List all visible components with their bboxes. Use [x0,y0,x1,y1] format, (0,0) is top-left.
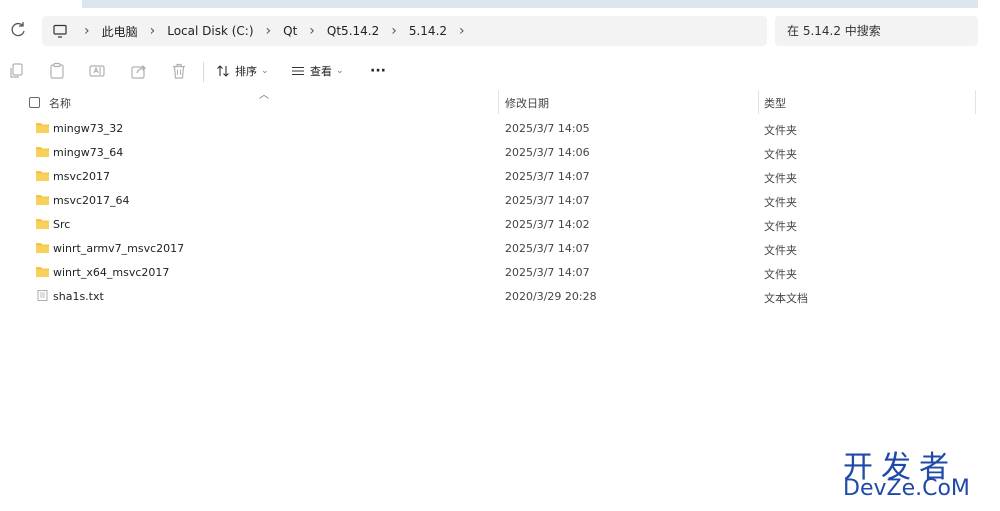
file-date: 2025/3/7 14:02 [505,218,590,231]
column-divider[interactable] [975,90,976,114]
chevron-down-icon: ⌄ [336,66,344,76]
chevron-right-icon[interactable]: › [309,23,315,39]
folder-icon [36,219,49,229]
address-bar[interactable]: › 此电脑 › Local Disk (C:) › Qt › Qt5.14.2 … [42,16,767,46]
view-list-icon [292,66,304,76]
column-type-header[interactable]: 类型 [764,95,786,111]
file-row[interactable]: winrt_armv7_msvc2017 2025/3/7 14:07 文件夹 [0,237,1000,261]
file-date: 2025/3/7 14:07 [505,266,590,279]
folder-icon [36,267,49,277]
file-date: 2025/3/7 14:07 [505,242,590,255]
chevron-right-icon[interactable]: › [459,23,465,39]
file-date: 2020/3/29 20:28 [505,290,597,303]
file-type: 文件夹 [764,220,797,233]
share-icon[interactable] [130,62,148,80]
column-divider[interactable] [758,90,759,114]
watermark-en-text: DevZe.CoM [843,476,970,501]
file-type: 文件夹 [764,196,797,209]
delete-icon[interactable] [170,62,188,80]
folder-icon [36,243,49,253]
breadcrumb-local-disk[interactable]: Local Disk (C:) [167,24,253,38]
chevron-down-icon: ⌄ [261,66,269,76]
select-all-checkbox[interactable] [29,97,40,108]
chevron-right-icon[interactable]: › [84,23,90,39]
file-name: winrt_x64_msvc2017 [53,266,170,279]
breadcrumb-this-pc[interactable]: 此电脑 [102,23,138,40]
refresh-icon[interactable] [8,20,28,40]
column-date-header[interactable]: 修改日期 [505,95,549,111]
file-date: 2025/3/7 14:05 [505,122,590,135]
file-name: Src [53,218,71,231]
chevron-right-icon[interactable]: › [150,23,156,39]
sort-ascending-icon: ︿ [259,90,269,101]
computer-icon [53,24,67,38]
sort-label: 排序 [235,65,257,78]
file-date: 2025/3/7 14:07 [505,194,590,207]
sort-button[interactable]: 排序 ⌄ [216,60,269,82]
file-date: 2025/3/7 14:07 [505,170,590,183]
file-name: msvc2017_64 [53,194,130,207]
breadcrumb-qt5142[interactable]: Qt5.14.2 [327,24,379,38]
search-input[interactable] [775,16,967,46]
search-box[interactable] [775,16,978,46]
more-icon: ··· [370,63,386,79]
address-row: › 此电脑 › Local Disk (C:) › Qt › Qt5.14.2 … [0,8,1000,50]
view-button[interactable]: 查看 ⌄ [291,60,344,82]
file-name: msvc2017 [53,170,110,183]
copy-icon[interactable] [8,62,26,80]
file-row[interactable]: msvc2017_64 2025/3/7 14:07 文件夹 [0,189,1000,213]
column-header: ︿ 名称 修改日期 类型 [0,90,1000,114]
paste-icon[interactable] [48,62,66,80]
folder-icon [36,171,49,181]
file-list: mingw73_32 2025/3/7 14:05 文件夹 mingw73_64… [0,117,1000,309]
file-type: 文件夹 [764,172,797,185]
toolbar-divider [203,62,204,82]
chevron-right-icon[interactable]: › [266,23,272,39]
folder-icon [36,147,49,157]
text-file-icon [37,290,48,301]
file-row[interactable]: mingw73_64 2025/3/7 14:06 文件夹 [0,141,1000,165]
file-date: 2025/3/7 14:06 [505,146,590,159]
file-row[interactable]: sha1s.txt 2020/3/29 20:28 文本文档 [0,285,1000,309]
command-bar: 排序 ⌄ 查看 ⌄ ··· [0,54,1000,88]
file-row[interactable]: Src 2025/3/7 14:02 文件夹 [0,213,1000,237]
breadcrumb-5142[interactable]: 5.14.2 [409,24,447,38]
folder-icon [36,123,49,133]
file-type: 文件夹 [764,244,797,257]
breadcrumb: › 此电脑 › Local Disk (C:) › Qt › Qt5.14.2 … [52,16,477,46]
column-name-header[interactable]: 名称 [49,95,71,111]
file-name: sha1s.txt [53,290,104,303]
breadcrumb-qt[interactable]: Qt [283,24,297,38]
file-type: 文件夹 [764,268,797,281]
file-name: mingw73_64 [53,146,124,159]
site-watermark: 开发者 DevZe.CoM [843,442,993,504]
top-accent-strip [82,0,978,8]
chevron-right-icon[interactable]: › [391,23,397,39]
file-row[interactable]: winrt_x64_msvc2017 2025/3/7 14:07 文件夹 [0,261,1000,285]
file-type: 文本文档 [764,292,808,305]
file-name: mingw73_32 [53,122,124,135]
folder-icon [36,195,49,205]
more-options-button[interactable]: ··· [370,60,386,82]
rename-icon[interactable] [88,62,106,80]
file-row[interactable]: msvc2017 2025/3/7 14:07 文件夹 [0,165,1000,189]
file-type: 文件夹 [764,148,797,161]
file-name: winrt_armv7_msvc2017 [53,242,185,255]
file-type: 文件夹 [764,124,797,137]
column-divider[interactable] [498,90,499,114]
sort-icon [217,65,229,77]
file-row[interactable]: mingw73_32 2025/3/7 14:05 文件夹 [0,117,1000,141]
view-label: 查看 [310,65,332,78]
